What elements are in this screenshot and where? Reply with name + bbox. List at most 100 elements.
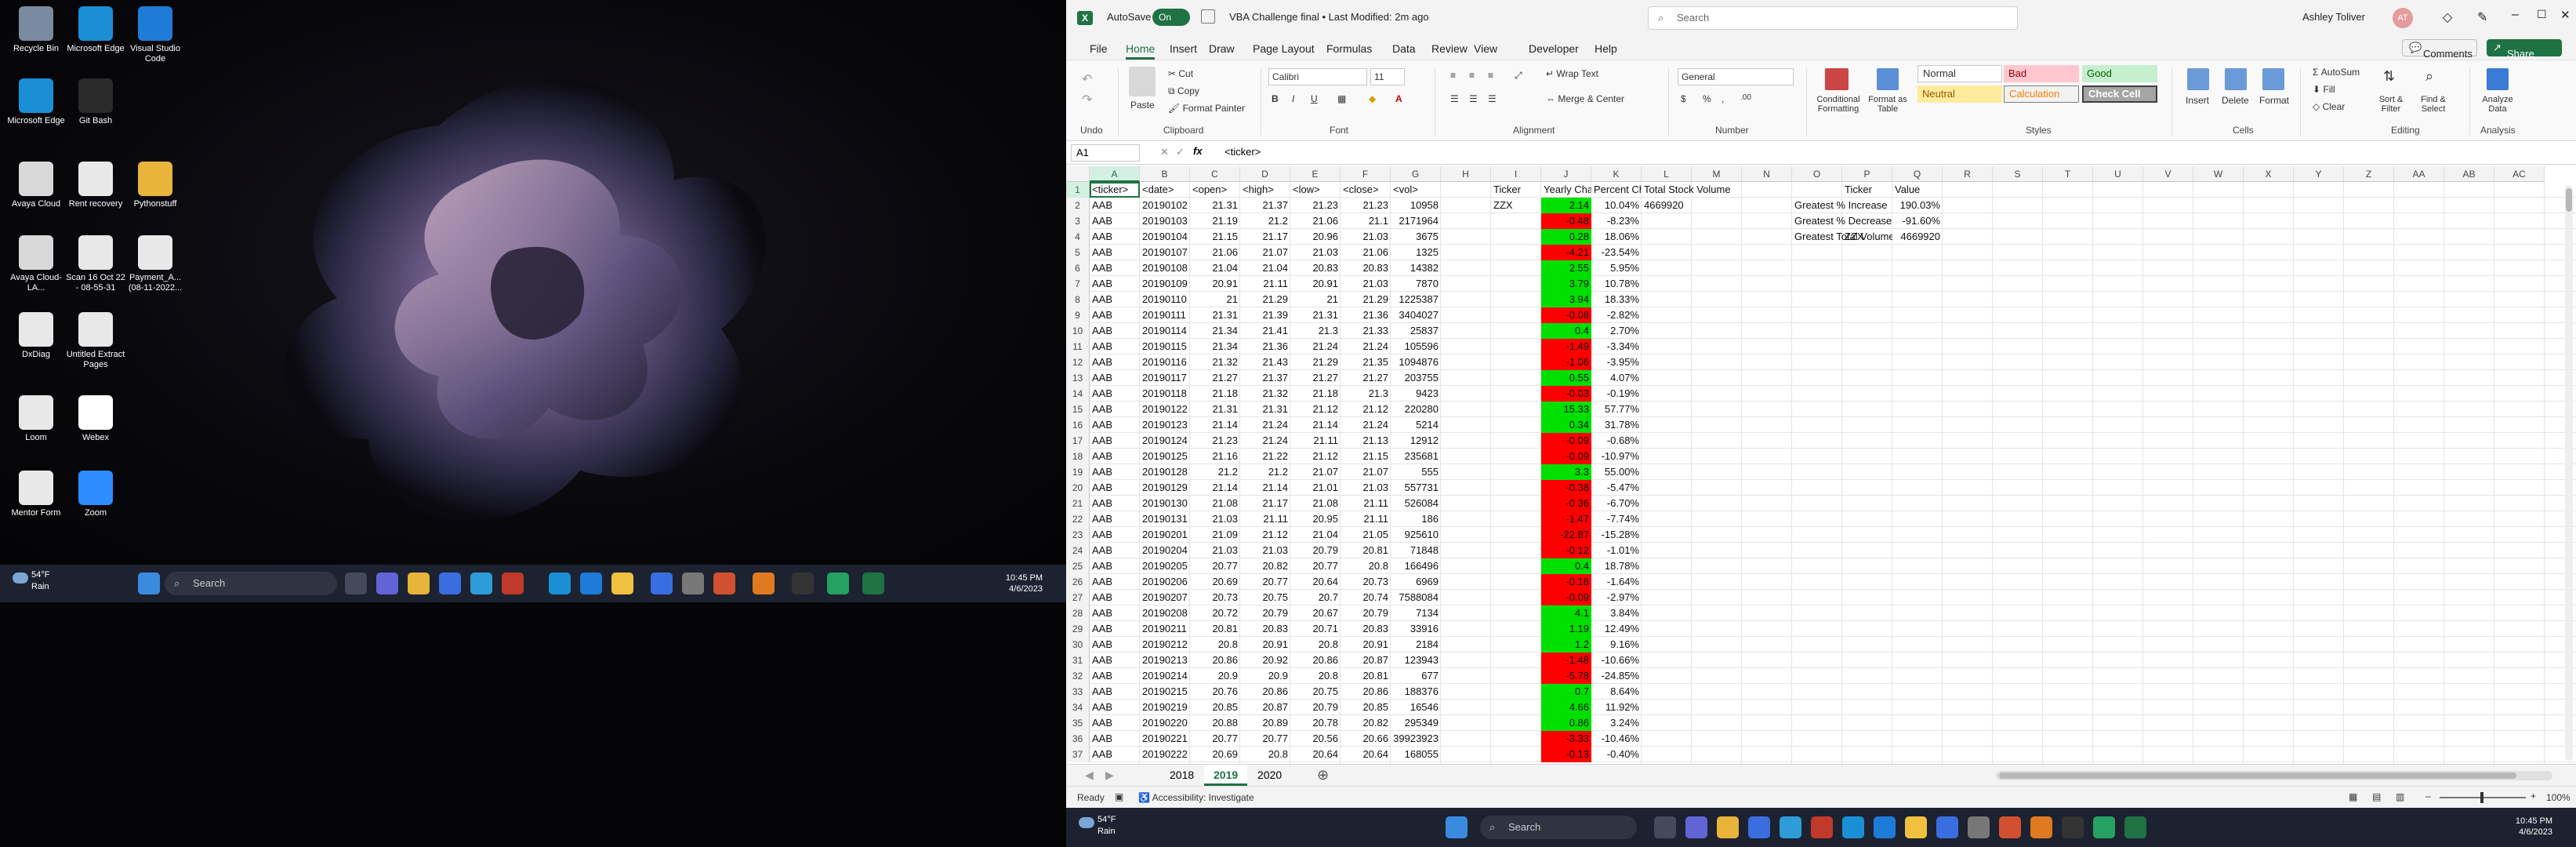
data-cell[interactable]: 21.14 — [1190, 480, 1240, 496]
task-view-icon[interactable] — [1654, 816, 1676, 838]
data-cell[interactable]: AAB — [1090, 213, 1140, 229]
percent-icon[interactable]: % — [1703, 93, 1711, 104]
taskbar-search[interactable]: ⌕ Search — [165, 572, 337, 595]
orientation-icon[interactable]: ⤢ — [1515, 70, 1522, 82]
format-painter-button[interactable]: 🖌 Format Painter — [1168, 103, 1245, 114]
row-header[interactable]: 17 — [1066, 433, 1090, 449]
data-cell[interactable]: 21.03 — [1341, 480, 1391, 496]
data-cell[interactable]: 21.29 — [1341, 292, 1391, 307]
data-cell[interactable]: 20.91 — [1341, 637, 1391, 653]
data-cell[interactable]: 20.83 — [1290, 260, 1341, 276]
weather-widget[interactable]: 54°F Rain — [11, 569, 49, 593]
summary-header-cell[interactable]: Ticker — [1491, 182, 1541, 198]
menu-help[interactable]: Help — [1595, 42, 1617, 55]
macro-record-icon[interactable]: ▣ — [1115, 791, 1123, 802]
data-cell[interactable]: 20190215 — [1140, 684, 1190, 700]
percent-change-cell[interactable]: 57.77% — [1591, 402, 1642, 417]
data-cell[interactable]: 20.89 — [1240, 715, 1290, 731]
data-cell[interactable]: 20.86 — [1341, 684, 1391, 700]
column-header[interactable]: U — [2093, 166, 2143, 182]
data-cell[interactable]: 21.31 — [1190, 402, 1240, 417]
column-header[interactable]: L — [1642, 166, 1692, 182]
data-cell[interactable]: AAB — [1090, 245, 1140, 260]
percent-change-cell[interactable]: -5.47% — [1591, 480, 1642, 496]
data-cell[interactable]: 20.9 — [1240, 668, 1290, 684]
align-bottom-icon[interactable]: ≡ — [1488, 70, 1493, 81]
data-cell[interactable]: AAB — [1090, 747, 1140, 762]
data-cell[interactable]: 20.82 — [1240, 558, 1290, 574]
column-header[interactable]: G — [1391, 166, 1441, 182]
data-cell[interactable]: 21.03 — [1240, 543, 1290, 558]
app-blue-icon[interactable] — [1936, 816, 1958, 838]
data-cell[interactable]: 20.76 — [1190, 684, 1240, 700]
column-header[interactable]: C — [1190, 166, 1240, 182]
data-cell[interactable]: 21.43 — [1240, 354, 1290, 370]
data-cell[interactable]: 5214 — [1391, 417, 1441, 433]
data-cell[interactable]: 20.85 — [1341, 700, 1391, 715]
data-cell[interactable]: 20.87 — [1341, 653, 1391, 668]
data-cell[interactable]: 20.69 — [1190, 574, 1240, 590]
vertical-scrollbar[interactable] — [2565, 185, 2573, 761]
data-cell[interactable]: 21.07 — [1341, 464, 1391, 480]
yearly-change-cell[interactable]: -0.09 — [1541, 449, 1591, 464]
yearly-change-cell[interactable]: -1.48 — [1541, 653, 1591, 668]
row-header[interactable]: 16 — [1066, 417, 1090, 433]
header-cell[interactable]: <ticker> — [1090, 182, 1140, 198]
data-cell[interactable]: 20.77 — [1290, 558, 1341, 574]
border-icon[interactable]: ▦ — [1337, 93, 1346, 104]
data-cell[interactable]: 21.14 — [1290, 417, 1341, 433]
header-cell[interactable]: <date> — [1140, 182, 1190, 198]
data-cell[interactable]: AAB — [1090, 339, 1140, 354]
menu-review[interactable]: Review — [1431, 42, 1468, 55]
copy-button[interactable]: ⧉ Copy — [1168, 85, 1199, 97]
add-sheet-icon[interactable]: ⊕ — [1317, 767, 1329, 783]
data-cell[interactable]: 203755 — [1391, 370, 1441, 386]
data-cell[interactable]: 20.78 — [1290, 715, 1341, 731]
data-cell[interactable]: 6969 — [1391, 574, 1441, 590]
data-cell[interactable]: 20190108 — [1140, 260, 1190, 276]
app-icon[interactable] — [1748, 816, 1770, 838]
data-cell[interactable]: 21.17 — [1240, 496, 1290, 511]
conditional-formatting-button[interactable]: Conditional Formatting — [1811, 95, 1866, 114]
underline-icon[interactable]: U — [1311, 93, 1318, 104]
data-cell[interactable]: AAB — [1090, 653, 1140, 668]
data-cell[interactable]: 20.92 — [1240, 653, 1290, 668]
tab-2018[interactable]: 2018 — [1160, 765, 1203, 786]
data-cell[interactable]: 21.14 — [1190, 417, 1240, 433]
align-center-icon[interactable]: ☰ — [1469, 93, 1478, 104]
data-cell[interactable]: AAB — [1090, 292, 1140, 307]
greatest-header-ticker[interactable]: Ticker — [1842, 182, 1892, 198]
column-header[interactable]: E — [1290, 166, 1341, 182]
yearly-change-cell[interactable]: 0.28 — [1541, 229, 1591, 245]
data-cell[interactable]: 20.73 — [1341, 574, 1391, 590]
column-header[interactable]: W — [2193, 166, 2244, 182]
data-cell[interactable]: 20190117 — [1140, 370, 1190, 386]
align-left-icon[interactable]: ☰ — [1450, 93, 1459, 104]
data-cell[interactable]: 20.86 — [1290, 653, 1341, 668]
app-red-icon[interactable] — [1811, 816, 1833, 838]
data-cell[interactable]: 21.15 — [1341, 449, 1391, 464]
data-cell[interactable]: 20.88 — [1190, 715, 1240, 731]
data-cell[interactable]: AAB — [1090, 496, 1140, 511]
row-header[interactable]: 1 — [1066, 182, 1090, 198]
style-good[interactable]: Good — [2082, 65, 2157, 82]
data-cell[interactable]: 21.14 — [1240, 480, 1290, 496]
data-cell[interactable]: 21.32 — [1190, 354, 1240, 370]
data-cell[interactable]: 21 — [1290, 292, 1341, 307]
data-cell[interactable]: 21.27 — [1290, 370, 1341, 386]
horizontal-scrollbar[interactable] — [1996, 771, 2552, 780]
windows-start-icon[interactable] — [138, 573, 160, 594]
font-color-icon[interactable]: A — [1395, 93, 1402, 104]
data-cell[interactable]: 20190129 — [1140, 480, 1190, 496]
data-cell[interactable]: AAB — [1090, 668, 1140, 684]
column-header[interactable]: J — [1541, 166, 1591, 182]
header-cell[interactable]: <vol> — [1391, 182, 1441, 198]
column-header[interactable]: A — [1090, 166, 1140, 182]
data-cell[interactable]: 21.08 — [1190, 496, 1240, 511]
data-cell[interactable]: 21.37 — [1240, 198, 1290, 213]
notes-icon[interactable] — [1905, 816, 1927, 838]
data-cell[interactable]: 20190207 — [1140, 590, 1190, 605]
data-cell[interactable]: 12912 — [1391, 433, 1441, 449]
bold-icon[interactable]: B — [1272, 93, 1279, 104]
data-cell[interactable]: 20.87 — [1240, 700, 1290, 715]
